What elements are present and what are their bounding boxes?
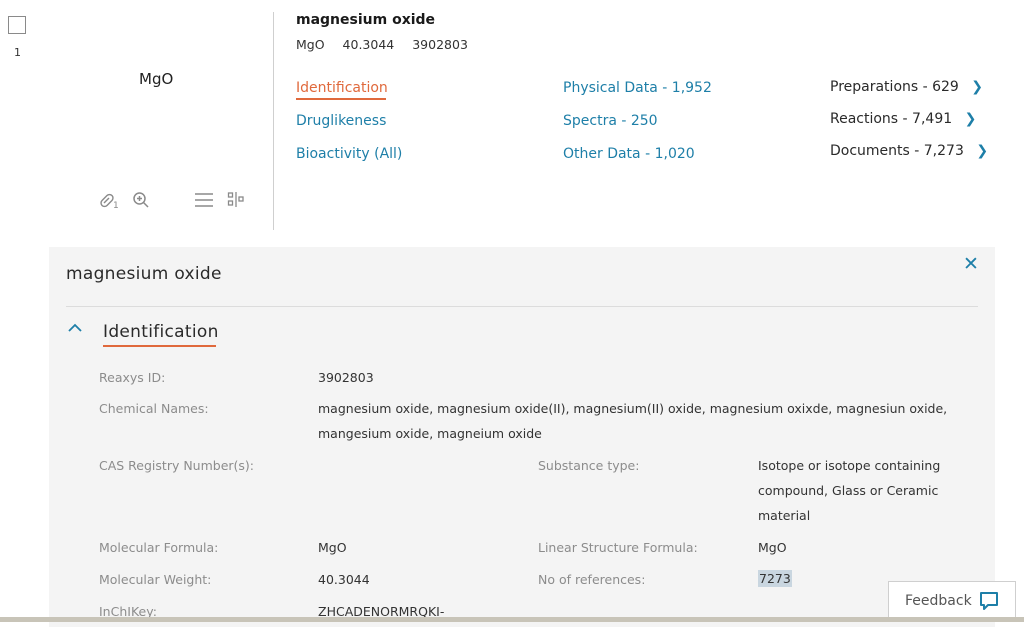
compare-icon (227, 192, 244, 207)
substance-name[interactable]: magnesium oxide (296, 12, 435, 28)
link-physical-data[interactable]: Physical Data - 1,952 (563, 80, 712, 96)
active-tab-indicator (296, 98, 386, 100)
preparations-label: Preparations - 629 (830, 79, 959, 95)
menu-button[interactable] (194, 191, 214, 213)
substance-type-line1: Isotope or isotope containing (758, 458, 941, 473)
molecular-weight-label: Molecular Weight: (99, 572, 212, 587)
zoom-button[interactable] (132, 191, 150, 213)
chevron-right-icon: ❯ (964, 111, 977, 127)
link-spectra[interactable]: Spectra - 250 (563, 113, 658, 129)
chevron-up-icon[interactable] (67, 321, 83, 337)
link-druglikeness[interactable]: Druglikeness (296, 113, 386, 129)
molecular-weight-value: 40.3044 (318, 572, 370, 587)
panel-divider (66, 306, 978, 307)
window-bottom-edge (0, 617, 1024, 622)
substance-type-label: Substance type: (538, 458, 640, 473)
linear-formula-value: MgO (758, 540, 787, 555)
substance-formula: MgO (296, 37, 325, 52)
row-number: 1 (14, 46, 21, 59)
link-count: 1 (113, 201, 119, 211)
link-reactions[interactable]: Reactions - 7,491 ❯ (830, 111, 976, 127)
cas-label: CAS Registry Number(s): (99, 458, 255, 473)
link-other-data[interactable]: Other Data - 1,020 (563, 146, 695, 162)
compare-button[interactable] (227, 191, 247, 213)
section-underline (103, 345, 216, 347)
chemical-names-line2: mangesium oxide, magneium oxide (318, 426, 542, 441)
references-value[interactable]: 7273 (758, 570, 792, 587)
linear-formula-label: Linear Structure Formula: (538, 540, 698, 555)
substance-type-line3: material (758, 508, 811, 523)
panel-title: magnesium oxide (66, 264, 222, 284)
link-bioactivity[interactable]: Bioactivity (All) (296, 146, 402, 162)
structure-image[interactable]: MgO (139, 70, 173, 88)
substance-type-line2: compound, Glass or Ceramic (758, 483, 939, 498)
reaxys-id-label: Reaxys ID: (99, 370, 166, 385)
documents-label: Documents - 7,273 (830, 143, 964, 159)
chemical-names-label: Chemical Names: (99, 401, 209, 416)
references-value-wrap: 7273 (758, 570, 792, 587)
reactions-label: Reactions - 7,491 (830, 111, 953, 127)
close-icon[interactable]: ✕ (963, 253, 979, 275)
references-label: No of references: (538, 572, 646, 587)
molecular-formula-label: Molecular Formula: (99, 540, 219, 555)
chevron-right-icon: ❯ (971, 79, 984, 95)
zoom-in-icon (133, 192, 149, 208)
feedback-label: Feedback (905, 593, 972, 609)
link-documents[interactable]: Documents - 7,273 ❯ (830, 143, 988, 159)
chevron-right-icon: ❯ (976, 143, 989, 159)
chemical-names-line1: magnesium oxide, magnesium oxide(II), ma… (318, 401, 948, 416)
reaxys-id-value: 3902803 (318, 370, 374, 385)
menu-icon (195, 193, 213, 207)
link-preparations[interactable]: Preparations - 629 ❯ (830, 79, 983, 95)
select-checkbox[interactable] (8, 16, 26, 34)
substance-reaxys-id: 3902803 (412, 37, 468, 52)
speech-bubble-icon (979, 591, 999, 615)
substance-meta: MgO 40.3044 3902803 (296, 37, 482, 52)
row-divider (273, 12, 274, 230)
section-title[interactable]: Identification (103, 322, 219, 342)
link-structure-button[interactable]: 1 (97, 191, 119, 215)
link-identification[interactable]: Identification (296, 80, 388, 96)
molecular-formula-value: MgO (318, 540, 347, 555)
substance-weight: 40.3044 (342, 37, 395, 52)
